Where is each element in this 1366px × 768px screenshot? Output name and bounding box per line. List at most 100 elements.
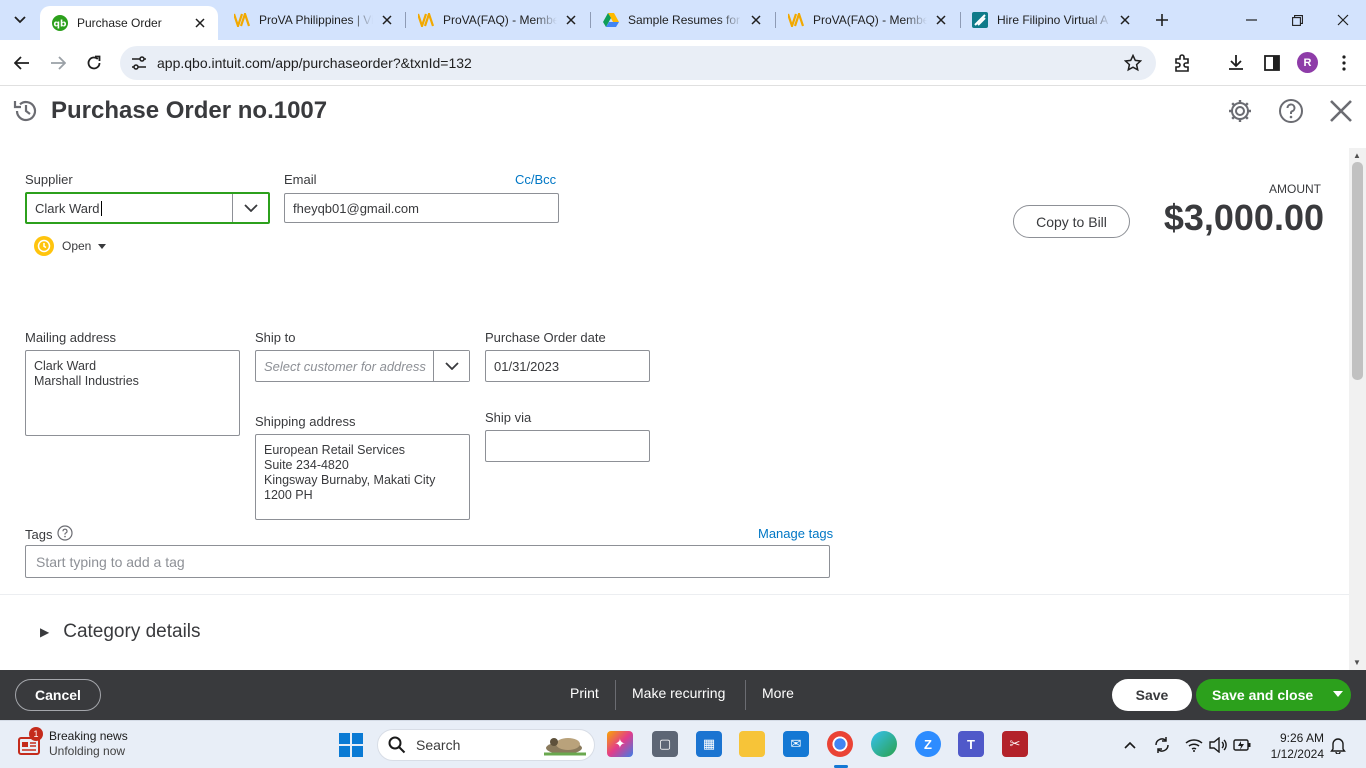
minimize-button[interactable] (1228, 0, 1274, 40)
save-and-close-label: Save and close (1212, 687, 1314, 703)
zoom-icon[interactable]: Z (915, 731, 941, 757)
close-icon[interactable] (192, 15, 208, 31)
sync-icon[interactable] (1152, 735, 1172, 755)
prova-icon (234, 12, 250, 28)
reload-button[interactable] (80, 49, 108, 77)
battery-icon[interactable] (1232, 735, 1252, 755)
tab-purchase-order[interactable]: qb Purchase Order (40, 6, 218, 40)
quickbooks-icon: qb (52, 15, 68, 31)
system-clock[interactable]: 9:26 AM 1/12/2024 (1262, 730, 1324, 762)
chrome-icon[interactable] (827, 731, 853, 757)
new-tab-button[interactable] (1150, 8, 1174, 32)
taskbar-search[interactable]: Search (377, 729, 595, 761)
news-icon: 1 (18, 727, 43, 757)
scroll-down-icon[interactable]: ▼ (1353, 658, 1361, 667)
cancel-button[interactable]: Cancel (15, 679, 101, 711)
notification-bell-icon[interactable] (1328, 735, 1348, 755)
search-label: Search (416, 737, 461, 753)
action-footer: Cancel Print Make recurring More Save Sa… (0, 670, 1366, 720)
close-icon[interactable] (563, 12, 579, 28)
close-icon[interactable] (933, 12, 949, 28)
extensions-icon[interactable] (1172, 52, 1194, 74)
page-title: Purchase Order no.1007 (51, 97, 328, 124)
shipping-address-field[interactable]: European Retail Services Suite 234-4820 … (255, 434, 470, 520)
save-and-close-button[interactable]: Save and close (1196, 679, 1351, 711)
close-icon[interactable] (1117, 12, 1133, 28)
close-icon[interactable] (379, 12, 395, 28)
supplier-dropdown-button[interactable] (232, 194, 268, 222)
ship-to-combobox[interactable]: Select customer for address (255, 350, 470, 382)
copilot-app-icon[interactable]: ✦ (607, 731, 633, 757)
tab-prova-philippines[interactable]: ProVA Philippines | Vi (222, 0, 405, 40)
mailing-address-field[interactable]: Clark Ward Marshall Industries (25, 350, 240, 436)
wifi-icon[interactable] (1184, 735, 1204, 755)
email-value: fheyqb01@gmail.com (293, 200, 419, 216)
print-button[interactable]: Print (570, 685, 599, 701)
category-details-label: Category details (63, 621, 201, 642)
caret-down-icon[interactable] (1333, 691, 1343, 697)
ship-to-dropdown-button[interactable] (433, 351, 469, 381)
recent-transactions-icon[interactable] (12, 97, 40, 125)
category-section (0, 594, 1349, 670)
bookmark-star-icon[interactable] (1123, 53, 1143, 77)
tab-sample-resumes[interactable]: Sample Resumes for (591, 0, 774, 40)
po-date-field[interactable]: 01/31/2023 (485, 350, 650, 382)
download-icon[interactable] (1225, 52, 1247, 74)
tags-label: Tags (25, 527, 53, 542)
page-scrollbar[interactable]: ▲ ▼ (1349, 148, 1366, 670)
supplier-combobox[interactable]: Clark Ward (25, 192, 270, 224)
ship-via-field[interactable] (485, 430, 650, 462)
tab-hire-filipino[interactable]: Hire Filipino Virtual A (960, 0, 1143, 40)
scroll-up-icon[interactable]: ▲ (1353, 151, 1361, 160)
svg-text:qb: qb (54, 20, 67, 30)
side-panel-icon[interactable] (1261, 52, 1283, 74)
arrow-left-icon (14, 56, 29, 70)
site-info-icon[interactable] (130, 54, 148, 72)
email-label: Email (284, 172, 317, 187)
settings-gear-icon[interactable] (1226, 97, 1254, 125)
supplier-value: Clark Ward (35, 200, 100, 216)
address-bar[interactable]: app.qbo.intuit.com/app/purchaseorder?&tx… (120, 46, 1156, 80)
plus-icon (1156, 14, 1168, 26)
snipping-tool-icon[interactable]: ✂ (1002, 731, 1028, 757)
chevron-up-icon[interactable] (1120, 735, 1140, 755)
manage-tags-link[interactable]: Manage tags (758, 526, 833, 541)
po-date-value: 01/31/2023 (494, 358, 560, 374)
restore-button[interactable] (1274, 0, 1320, 40)
back-button[interactable] (8, 49, 36, 77)
close-icon[interactable] (748, 12, 764, 28)
amount-label: AMOUNT (1269, 182, 1321, 196)
microsoft-store-icon[interactable]: ▦ (696, 731, 722, 757)
caret-down-icon (98, 243, 107, 249)
minimize-icon (1245, 19, 1257, 21)
tab-prova-faq-1[interactable]: ProVA(FAQ) - Membe (406, 0, 589, 40)
page-header: Purchase Order no.1007 (0, 87, 1366, 139)
browser-menu-icon[interactable] (1333, 52, 1355, 74)
close-window-button[interactable] (1320, 0, 1366, 40)
file-explorer-icon[interactable] (739, 731, 765, 757)
help-icon[interactable] (57, 525, 74, 544)
profile-avatar[interactable]: R (1297, 52, 1318, 73)
edge-icon[interactable] (871, 731, 897, 757)
teams-icon[interactable]: T (958, 731, 984, 757)
task-view-icon[interactable]: ▢ (652, 731, 678, 757)
more-button[interactable]: More (762, 685, 794, 701)
status-dropdown[interactable]: Open (34, 236, 107, 256)
tab-search-button[interactable] (6, 6, 34, 34)
volume-icon[interactable] (1208, 735, 1228, 755)
cc-bcc-link[interactable]: Cc/Bcc (515, 172, 556, 187)
email-field[interactable]: fheyqb01@gmail.com (284, 193, 559, 223)
make-recurring-button[interactable]: Make recurring (632, 685, 725, 701)
close-icon[interactable] (1327, 97, 1355, 125)
forward-button[interactable] (44, 49, 72, 77)
copy-to-bill-button[interactable]: Copy to Bill (1013, 205, 1130, 238)
scroll-thumb[interactable] (1352, 162, 1363, 380)
news-widget[interactable]: 1 Breaking news Unfolding now (18, 727, 128, 758)
tab-prova-faq-2[interactable]: ProVA(FAQ) - Membe (776, 0, 959, 40)
mail-icon[interactable]: ✉ (783, 731, 809, 757)
save-button[interactable]: Save (1112, 679, 1192, 711)
tags-input[interactable]: Start typing to add a tag (25, 545, 830, 578)
category-details-toggle[interactable]: ▶ Category details (40, 621, 201, 643)
help-icon[interactable] (1277, 97, 1305, 125)
windows-start-icon[interactable] (339, 733, 363, 762)
